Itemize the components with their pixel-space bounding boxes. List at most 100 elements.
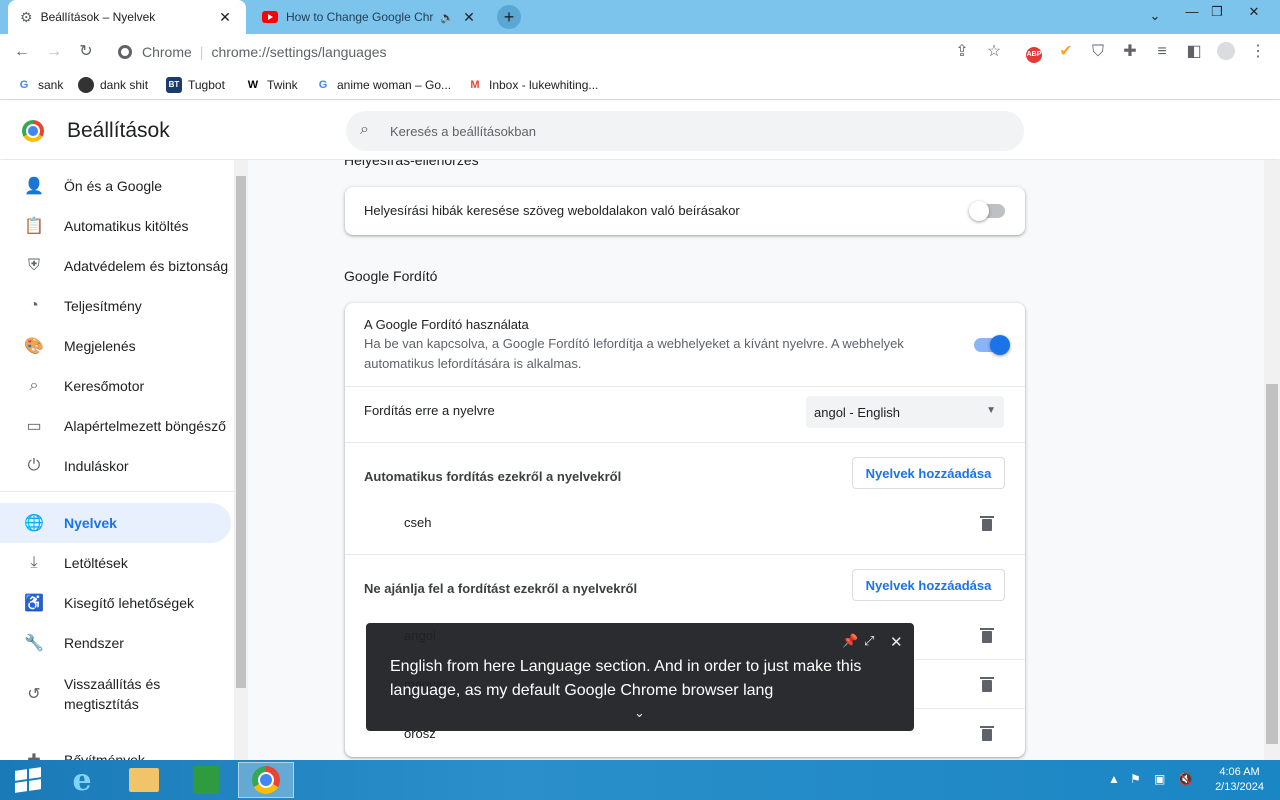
adblock-icon[interactable]: ABP: [1024, 42, 1044, 63]
add-languages-button[interactable]: Nyelvek hozzáadása: [852, 569, 1005, 601]
trash-icon[interactable]: [980, 676, 994, 692]
sidebar-item-system[interactable]: 🔧 Rendszer: [0, 623, 231, 663]
minimize-button[interactable]: —: [1180, 4, 1204, 19]
spellcheck-section-title: Helyesírás-ellenőrzés: [344, 160, 479, 168]
close-icon[interactable]: ✕: [460, 9, 478, 26]
sidebar-item-label: Megjelenés: [64, 338, 136, 354]
taskbar-ie[interactable]: e: [54, 762, 110, 798]
forward-icon[interactable]: →: [44, 42, 64, 62]
add-languages-button[interactable]: Nyelvek hozzáadása: [852, 457, 1005, 489]
sidebar-item-languages[interactable]: 🌐 Nyelvek: [0, 503, 231, 543]
back-icon[interactable]: ←: [12, 42, 32, 62]
sidebar-item-label: Keresőmotor: [64, 378, 145, 394]
accessibility-icon: ♿: [24, 595, 44, 612]
reload-icon[interactable]: ↻: [76, 42, 96, 62]
tray-chevron-icon[interactable]: ▲: [1108, 772, 1120, 786]
live-caption-overlay: 📌 ⤢ ✕ English from here Language section…: [366, 623, 914, 731]
trash-icon[interactable]: [980, 725, 994, 741]
sidepanel-icon[interactable]: ◧: [1184, 42, 1204, 62]
volume-muted-icon[interactable]: 🔇: [1178, 772, 1193, 786]
speedometer-icon: ◔: [29, 297, 39, 314]
ublock-icon[interactable]: ⛉: [1088, 42, 1108, 62]
bookmark-label: sank: [38, 78, 64, 92]
expand-icon[interactable]: ⤢: [864, 633, 874, 649]
clipboard-icon: 📋: [24, 218, 44, 235]
settings-search-input[interactable]: ⌕ Keresés a beállításokban: [346, 111, 1024, 151]
sidebar-item-reset[interactable]: ↺ Visszaállítás és megtisztítás: [0, 670, 231, 718]
tab-strip: ⚙ Beállítások – Nyelvek ✕ How to Change …: [0, 0, 1280, 34]
settings-header: Beállítások ⌕ Keresés a beállításokban: [0, 101, 1280, 159]
sidebar-item-label: Teljesítmény: [64, 298, 142, 314]
bookmark-item[interactable]: G sank: [16, 77, 64, 93]
spellcheck-card: Helyesírási hibák keresése szöveg webold…: [345, 187, 1025, 235]
extension-badge-icon[interactable]: ✔: [1056, 42, 1076, 62]
divider: [345, 386, 1025, 387]
bookmark-item[interactable]: M Inbox - lukewhiting...: [467, 77, 598, 93]
translate-toggle[interactable]: [974, 335, 1010, 355]
tab-settings[interactable]: ⚙ Beállítások – Nyelvek ✕: [8, 0, 246, 34]
label-line-2: megtisztítás: [64, 696, 139, 712]
trash-icon[interactable]: [980, 515, 994, 531]
search-icon: ⌕: [29, 377, 39, 394]
puzzle-icon[interactable]: ✚: [1120, 42, 1140, 62]
bookmark-item[interactable]: W Twink: [245, 77, 298, 93]
gmail-icon: M: [470, 79, 480, 91]
sidebar-item-you-and-google[interactable]: 👤 Ön és a Google: [0, 166, 231, 206]
sidebar-scrollbar-thumb[interactable]: [236, 176, 246, 688]
translate-section-title: Google Fordító: [344, 268, 438, 284]
sidebar-item-on-startup[interactable]: ⏻ Induláskor: [0, 446, 231, 486]
sidebar-item-default-browser[interactable]: ▭ Alapértelmezett böngésző: [0, 406, 231, 446]
select-value: angol - English: [814, 404, 900, 420]
sidebar-item-label: Visszaállítás és megtisztítás: [64, 674, 160, 714]
chevron-down-icon[interactable]: ⌄: [634, 705, 645, 721]
clock-time: 4:06 AM: [1219, 766, 1260, 778]
toggle-knob: [969, 201, 989, 221]
speaker-icon[interactable]: 🔈: [440, 11, 454, 24]
profile-icon[interactable]: [1216, 42, 1236, 62]
sidebar-item-appearance[interactable]: 🎨 Megjelenés: [0, 326, 231, 366]
menu-icon[interactable]: ⋮: [1248, 42, 1268, 62]
pin-icon[interactable]: 📌: [842, 633, 858, 649]
bookmark-item[interactable]: G anime woman – Go...: [315, 77, 451, 93]
taskbar-chrome[interactable]: [238, 762, 294, 798]
chrome-icon: [118, 45, 132, 59]
bookmark-item[interactable]: BT Tugbot: [166, 77, 225, 93]
sidebar-item-performance[interactable]: ◔ Teljesítmény: [0, 286, 231, 326]
target-language-select[interactable]: angol - English ▼: [806, 396, 1004, 428]
new-tab-button[interactable]: +: [497, 5, 521, 29]
sidebar-item-search-engine[interactable]: ⌕ Keresőmotor: [0, 366, 231, 406]
start-button[interactable]: [0, 762, 56, 798]
avatar-icon: [78, 77, 94, 93]
sidebar-item-autofill[interactable]: 📋 Automatikus kitöltés: [0, 206, 231, 246]
sidebar-item-downloads[interactable]: ⤓ Letöltések: [0, 543, 231, 583]
maximize-button[interactable]: ❐: [1205, 4, 1229, 20]
download-icon: ⤓: [30, 554, 38, 571]
taskbar-store[interactable]: [178, 762, 234, 798]
tab-search-icon[interactable]: ⌄: [1143, 8, 1167, 24]
trash-icon[interactable]: [980, 627, 994, 643]
media-icon[interactable]: ≡: [1152, 42, 1172, 62]
close-icon[interactable]: ✕: [890, 633, 903, 651]
google-icon: G: [19, 79, 29, 91]
sidebar-item-privacy[interactable]: ⛨ Adatvédelem és biztonság: [0, 246, 231, 286]
translate-use-desc-1: Ha be van kapcsolva, a Google Fordító le…: [364, 336, 904, 351]
sidebar-item-accessibility[interactable]: ♿ Kisegítő lehetőségek: [0, 583, 231, 623]
tab-title: Beállítások – Nyelvek: [40, 10, 156, 24]
translate-use-desc-2: automatikus lefordítására is alkalmas.: [364, 356, 582, 371]
main-scrollbar-thumb[interactable]: [1266, 384, 1278, 744]
google-icon: G: [318, 79, 328, 91]
network-icon[interactable]: ▣: [1154, 772, 1165, 786]
star-icon[interactable]: ☆: [984, 42, 1004, 62]
close-window-button[interactable]: ✕: [1242, 4, 1266, 20]
address-bar[interactable]: Chrome | chrome://settings/languages: [110, 38, 1010, 66]
system-clock[interactable]: 4:06 AM 2/13/2024: [1215, 765, 1264, 795]
tab-youtube[interactable]: How to Change Google Chro 🔈 ✕: [250, 0, 490, 34]
spellcheck-toggle[interactable]: [969, 201, 1005, 221]
bookmark-item[interactable]: dank shit: [78, 77, 148, 93]
caption-text: English from here Language section. And …: [390, 658, 862, 699]
flag-icon[interactable]: ⚑: [1130, 772, 1141, 786]
taskbar-explorer[interactable]: [116, 762, 172, 798]
close-icon[interactable]: ✕: [216, 9, 234, 26]
share-icon[interactable]: ⇪: [952, 42, 972, 62]
sidebar-item-extensions[interactable]: ✚ Bővítmények: [0, 740, 231, 760]
